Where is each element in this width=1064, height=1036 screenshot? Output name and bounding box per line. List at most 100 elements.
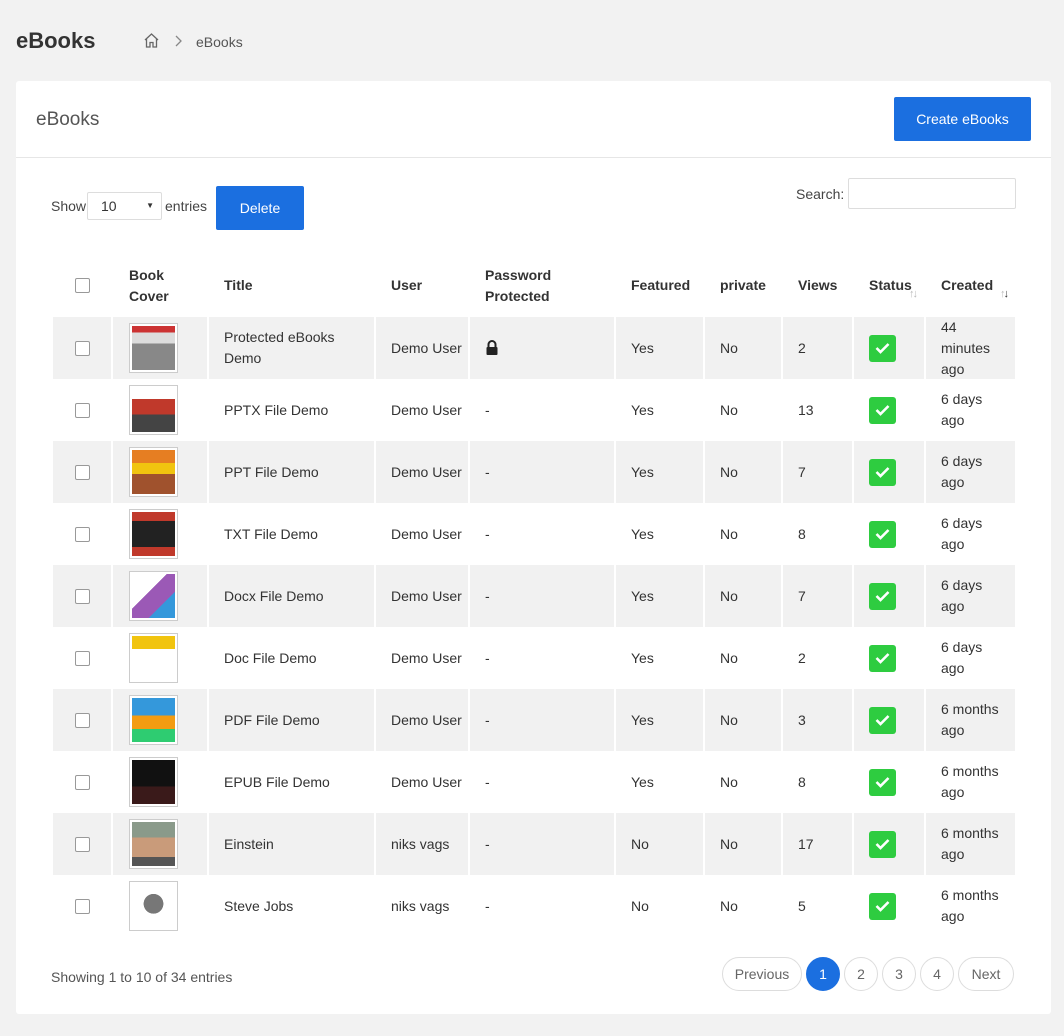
book-cover-article-5[interactable] bbox=[129, 323, 178, 373]
user-cell: Demo User bbox=[376, 751, 468, 813]
book-cover-batman[interactable] bbox=[129, 509, 178, 559]
featured-cell: Yes bbox=[631, 401, 654, 418]
row-checkbox[interactable] bbox=[74, 836, 90, 852]
user-cell: Demo User bbox=[376, 627, 468, 689]
row-checkbox[interactable] bbox=[74, 774, 90, 790]
title-cell: Einstein bbox=[209, 813, 374, 875]
book-cover-indian-diet[interactable] bbox=[129, 447, 178, 497]
ebook-user: niks vags bbox=[391, 835, 450, 852]
column-header-status[interactable]: Status ↑↓ bbox=[854, 254, 924, 317]
views-cell: 13 bbox=[798, 401, 814, 418]
column-header-user[interactable]: User bbox=[376, 254, 468, 317]
checkmark-icon bbox=[875, 901, 890, 912]
table-row: EPUB File Demo Demo User - Yes No 8 6 mo… bbox=[53, 751, 1015, 813]
status-toggle[interactable] bbox=[869, 520, 896, 548]
row-checkbox[interactable] bbox=[74, 402, 90, 418]
private-cell: No bbox=[705, 317, 781, 379]
search-input[interactable] bbox=[848, 178, 1016, 209]
password-protected-cell bbox=[470, 317, 614, 379]
created-time: 6 months ago bbox=[941, 763, 999, 800]
status-toggle[interactable] bbox=[869, 892, 896, 920]
column-header-book-cover[interactable]: Book Cover bbox=[113, 254, 207, 317]
row-checkbox[interactable] bbox=[74, 526, 90, 542]
checkmark-icon bbox=[875, 529, 890, 540]
views-cell: 8 bbox=[798, 773, 806, 790]
ebook-title: PPT File Demo bbox=[224, 463, 319, 480]
table-row: Einstein niks vags - No No 17 6 months a… bbox=[53, 813, 1015, 875]
status-toggle[interactable] bbox=[869, 396, 896, 424]
column-header-featured[interactable]: Featured bbox=[616, 254, 703, 317]
book-cover-steve-jobs[interactable] bbox=[129, 881, 178, 931]
table-row: Protected eBooks Demo Demo User Yes No 2… bbox=[53, 317, 1015, 379]
row-select-cell bbox=[53, 503, 111, 565]
page-1-button[interactable]: 1 bbox=[806, 957, 840, 991]
created-time: 6 days ago bbox=[941, 391, 983, 428]
row-checkbox[interactable] bbox=[74, 588, 90, 604]
created-cell: 44 minutes ago bbox=[926, 317, 1015, 379]
delete-button[interactable]: Delete bbox=[216, 186, 304, 230]
book-cover-php[interactable] bbox=[129, 385, 178, 435]
caret-down-icon: ▼ bbox=[146, 201, 154, 210]
row-checkbox[interactable] bbox=[74, 712, 90, 728]
book-cover-programming[interactable] bbox=[129, 571, 178, 621]
column-header-private[interactable]: private bbox=[705, 254, 781, 317]
create-ebooks-button[interactable]: Create eBooks bbox=[894, 97, 1031, 141]
title-cell: Doc File Demo bbox=[209, 627, 374, 689]
status-toggle[interactable] bbox=[869, 706, 896, 734]
book-cover-einstein[interactable] bbox=[129, 819, 178, 869]
status-toggle[interactable] bbox=[869, 582, 896, 610]
page-3-button[interactable]: 3 bbox=[882, 957, 916, 991]
status-toggle[interactable] bbox=[869, 768, 896, 796]
book-cover-dark[interactable] bbox=[129, 757, 178, 807]
book-cover-abc[interactable] bbox=[129, 633, 178, 683]
status-toggle[interactable] bbox=[869, 644, 896, 672]
status-toggle[interactable] bbox=[869, 458, 896, 486]
created-cell: 6 days ago bbox=[926, 503, 1015, 565]
select-all-cell bbox=[53, 254, 111, 317]
previous-page-button[interactable]: Previous bbox=[722, 957, 802, 991]
views-cell: 2 bbox=[783, 317, 852, 379]
page-size-select[interactable]: 10 ▼ bbox=[87, 192, 162, 220]
user-cell: Demo User bbox=[376, 503, 468, 565]
status-cell bbox=[854, 379, 924, 441]
row-checkbox[interactable] bbox=[74, 898, 90, 914]
column-header-password-protected[interactable]: Password Protected bbox=[470, 254, 614, 317]
row-checkbox[interactable] bbox=[74, 464, 90, 480]
search-label: Search: bbox=[796, 186, 845, 202]
password-protected-value: - bbox=[485, 463, 490, 480]
password-protected-cell: - bbox=[470, 751, 614, 813]
row-checkbox[interactable] bbox=[74, 340, 90, 356]
title-cell: TXT File Demo bbox=[209, 503, 374, 565]
select-all-checkbox[interactable] bbox=[74, 278, 90, 293]
page-2-button[interactable]: 2 bbox=[844, 957, 878, 991]
book-cover-cell bbox=[113, 627, 207, 689]
book-cover-cell bbox=[113, 379, 207, 441]
next-page-button[interactable]: Next bbox=[958, 957, 1014, 991]
column-header-title[interactable]: Title bbox=[209, 254, 374, 317]
status-toggle[interactable] bbox=[869, 830, 896, 858]
status-toggle[interactable] bbox=[869, 334, 896, 362]
title-cell: PPTX File Demo bbox=[209, 379, 374, 441]
row-checkbox[interactable] bbox=[74, 650, 90, 666]
featured-cell: Yes bbox=[616, 565, 703, 627]
password-protected-value: - bbox=[485, 897, 490, 914]
column-header-views[interactable]: Views bbox=[783, 254, 852, 317]
user-cell: niks vags bbox=[376, 875, 468, 937]
status-cell bbox=[854, 565, 924, 627]
status-cell bbox=[854, 441, 924, 503]
created-time: 6 days ago bbox=[941, 639, 983, 676]
column-header-created[interactable]: Created ↑↓ bbox=[926, 254, 1015, 317]
featured-cell: Yes bbox=[616, 689, 703, 751]
row-select-cell bbox=[53, 317, 111, 379]
home-icon[interactable] bbox=[143, 32, 160, 49]
page-title: eBooks bbox=[16, 28, 96, 53]
table-row: PDF File Demo Demo User - Yes No 3 6 mon… bbox=[53, 689, 1015, 751]
private-cell: No bbox=[720, 773, 738, 790]
checkmark-icon bbox=[875, 405, 890, 416]
book-cover-kids[interactable] bbox=[129, 695, 178, 745]
page-4-button[interactable]: 4 bbox=[920, 957, 954, 991]
table-row: Steve Jobs niks vags - No No 5 6 months … bbox=[53, 875, 1015, 937]
private-cell: No bbox=[705, 813, 781, 875]
book-cover-cell bbox=[113, 751, 207, 813]
ebook-user: Demo User bbox=[391, 773, 462, 790]
